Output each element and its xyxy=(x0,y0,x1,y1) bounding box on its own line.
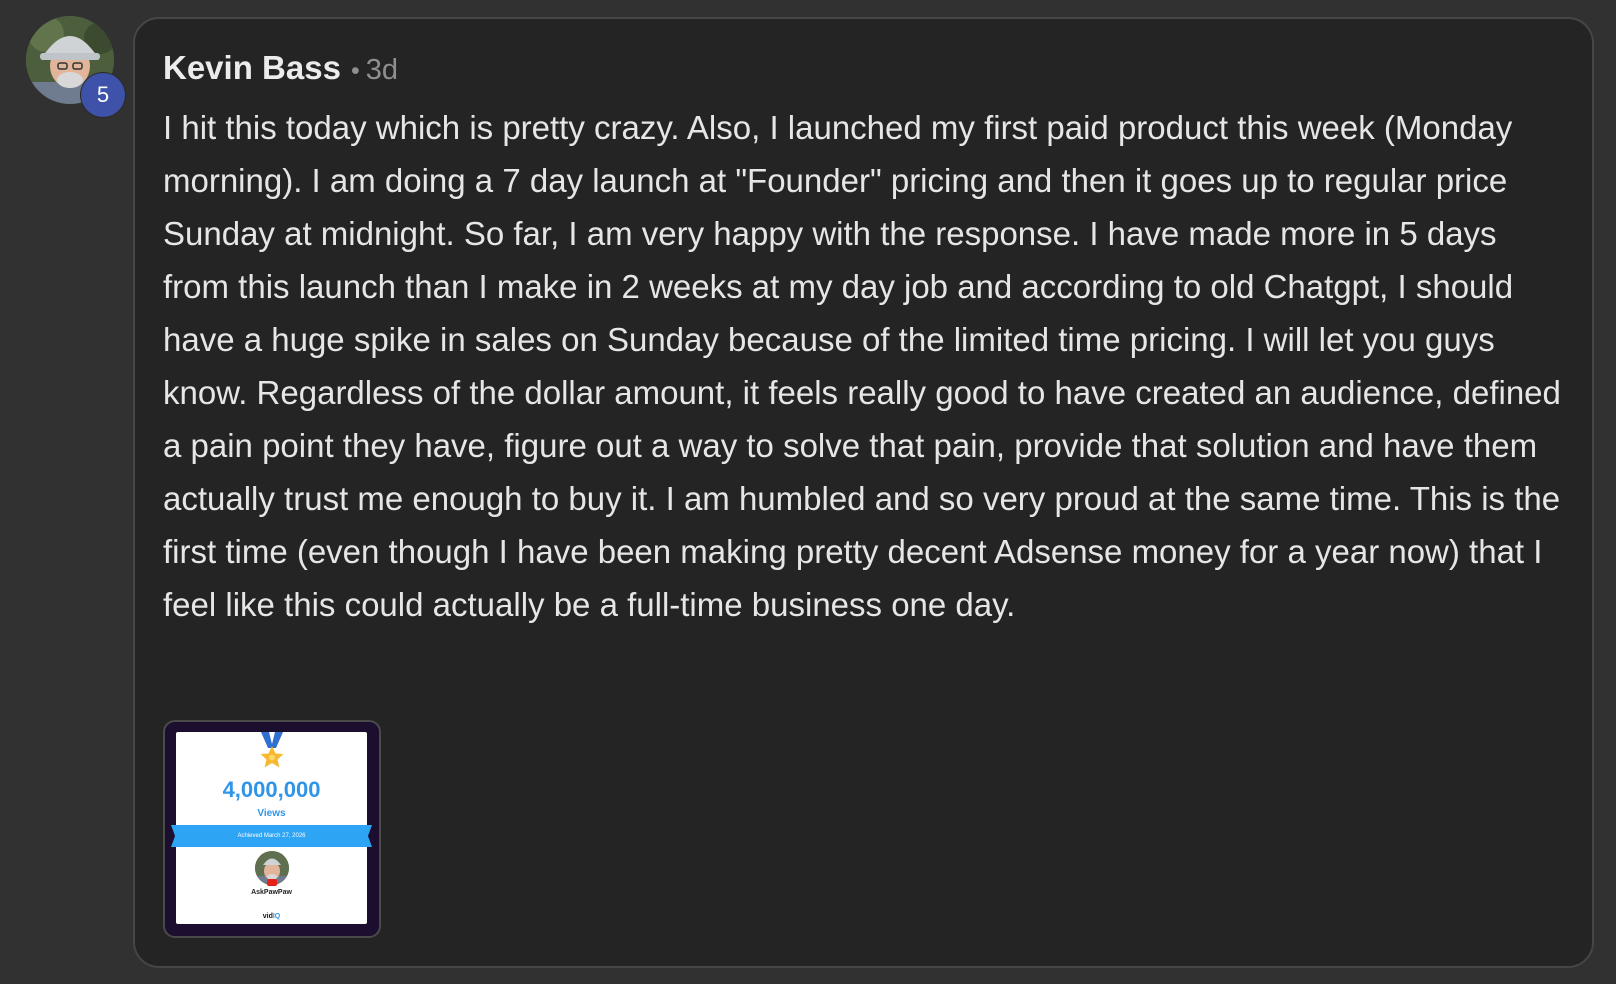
achieved-date-ribbon: Achieved March 27, 2026 xyxy=(171,825,372,847)
youtube-icon xyxy=(266,879,277,886)
milestone-unit: Views xyxy=(257,808,286,819)
brand-logo: vidIQ xyxy=(176,913,367,920)
milestone-number: 4,000,000 xyxy=(222,777,321,802)
author-avatar[interactable]: 5 xyxy=(26,16,125,117)
post-timestamp[interactable]: 3d xyxy=(366,54,398,87)
separator-dot: • xyxy=(350,57,360,85)
level-badge: 5 xyxy=(81,73,125,117)
milestone-certificate: 4,000,000 Views Achieved March 27, 2026 … xyxy=(171,732,372,924)
brand-accent: IQ xyxy=(272,913,281,920)
image-attachment[interactable]: 4,000,000 Views Achieved March 27, 2026 … xyxy=(163,720,381,938)
brand-prefix: vid xyxy=(262,913,273,920)
post-body: I hit this today which is pretty crazy. … xyxy=(163,109,1561,623)
channel-name: AskPawPaw xyxy=(251,889,292,896)
post-header: Kevin Bass • 3d xyxy=(163,49,398,87)
medal-star-icon xyxy=(260,732,283,768)
post-card: Kevin Bass • 3d I hit this today which i… xyxy=(133,17,1594,968)
author-name[interactable]: Kevin Bass xyxy=(163,49,341,87)
